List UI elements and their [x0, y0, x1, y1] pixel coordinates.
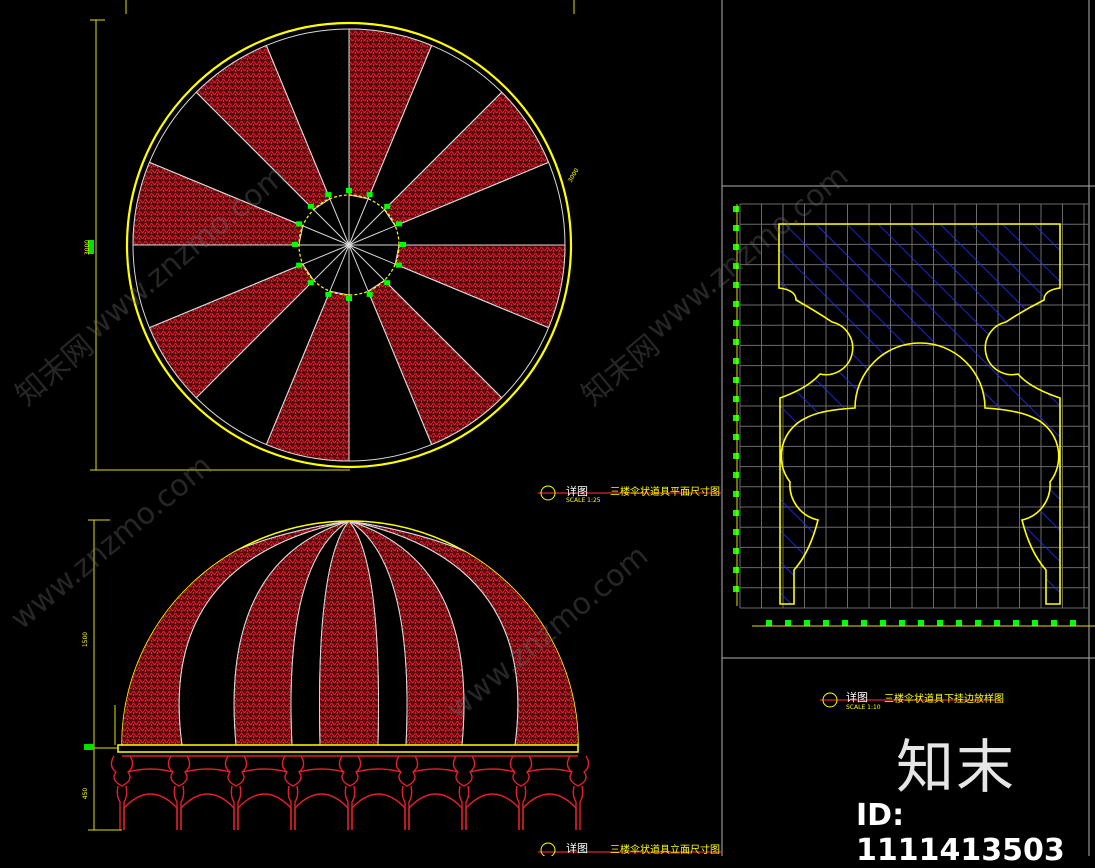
fringe-arch [298, 768, 345, 773]
hub-dimension-tick [307, 280, 314, 286]
fringe-arch [412, 768, 459, 773]
grid-dimension-tick [733, 396, 739, 402]
fringe-leg [344, 785, 349, 830]
fringe-leg [173, 785, 178, 830]
dome-fabric-panel [319, 521, 379, 745]
fringe-arch [408, 793, 463, 830]
grid-dimension-tick [733, 529, 739, 535]
hub-dimension-tick [384, 280, 391, 286]
fringe-arch [180, 793, 235, 830]
grid-dimension-tick [733, 586, 739, 592]
elevation-title-symbol: 详图 [566, 842, 588, 855]
fabric-panel-wedge [367, 279, 503, 446]
grid-dimension-tick [1013, 620, 1019, 626]
grid-dimension-tick [1051, 620, 1057, 626]
grid-dimension-tick [785, 620, 791, 626]
hub-dimension-tick [400, 242, 406, 247]
fringe-arch [351, 793, 406, 830]
elevation-height-label: 1500 [82, 631, 90, 648]
grid-dimension-tick [733, 510, 739, 516]
grid-dimension-tick [766, 620, 772, 626]
fringe-drop [566, 755, 590, 787]
asset-id: ID: 1111413503 [856, 798, 1065, 868]
grid-dimension-tick [733, 301, 739, 307]
elevation-base-label: 450 [82, 787, 90, 800]
grid-dimension-tick [880, 620, 886, 626]
hub-dimension-tick [395, 262, 402, 268]
fabric-panel-wedge [394, 244, 566, 329]
grid-dimension-tick [733, 358, 739, 364]
hub-dimension-tick [346, 296, 352, 301]
hub-dimension-tick [325, 291, 332, 297]
fringe-arch [127, 768, 174, 773]
hub-dimension-tick [366, 192, 373, 198]
fabric-panel-wedge [383, 91, 550, 227]
hub-dimension-tick [395, 221, 402, 227]
grid-dimension-tick [733, 377, 739, 383]
hub-dimension-tick [325, 192, 332, 198]
fringe-arch [526, 768, 573, 773]
fabric-panel-wedge [348, 28, 433, 200]
grid-dimension-tick [975, 620, 981, 626]
grid-dimension-tick [994, 620, 1000, 626]
fringe-arch [355, 768, 402, 773]
grid-dimension-tick [733, 453, 739, 459]
fringe-arch [469, 768, 516, 773]
grid-dimension-tick [842, 620, 848, 626]
grid-dimension-tick [733, 491, 739, 497]
grid-dimension-tick [733, 225, 739, 231]
detail-view [733, 203, 1095, 627]
hanging-fringe [110, 755, 590, 830]
detail-scale: SCALE 1:10 [846, 704, 881, 711]
hub-dimension-tick [307, 203, 314, 209]
fringe-arch [123, 793, 178, 830]
grid-dimension-tick [733, 548, 739, 554]
grid-dimension-tick [1070, 620, 1076, 626]
hub-dimension-tick [346, 188, 352, 193]
grid-dimension-tick [1032, 620, 1038, 626]
grid-dimension-tick [937, 620, 943, 626]
fringe-leg [458, 785, 463, 830]
fringe-leg [230, 785, 235, 830]
grid-dimension-tick [733, 434, 739, 440]
hub-dimension-tick [384, 203, 391, 209]
grid-dimension-tick [899, 620, 905, 626]
grid-dimension-tick [804, 620, 810, 626]
grid-dimension-tick [733, 415, 739, 421]
hub-dimension-tick [296, 221, 303, 227]
fringe-arch [294, 793, 349, 830]
grid-dimension-tick [823, 620, 829, 626]
grid-dimension-tick [733, 320, 739, 326]
fringe-leg [401, 785, 406, 830]
grid-dimension-tick [861, 620, 867, 626]
fringe-leg [287, 785, 292, 830]
fringe-arch [184, 768, 231, 773]
fringe-leg [515, 785, 520, 830]
fringe-arch [465, 793, 520, 830]
fringe-arch [241, 768, 288, 773]
hub-dimension-tick [366, 291, 373, 297]
grid-dimension-tick [733, 339, 739, 345]
grid-dimension-tick [733, 567, 739, 573]
fringe-arch [522, 793, 577, 830]
plan-side-label: 3000 [84, 239, 92, 256]
detail-title: 三楼伞状道具下挂边放样图 [884, 694, 1004, 705]
plan-scale: SCALE 1:25 [566, 497, 601, 504]
grid-dimension-tick [733, 472, 739, 478]
grid-dimension-tick [956, 620, 962, 626]
plan-title: 三楼伞状道具平面尺寸图 [610, 487, 720, 498]
elevation-title: 三楼伞状道具立面尺寸图 [610, 845, 720, 856]
fabric-panel-wedge [265, 290, 350, 462]
grid-dimension-tick [733, 206, 739, 212]
grid-dimension-tick [918, 620, 924, 626]
hub-dimension-tick [292, 242, 298, 247]
fringe-arch [237, 793, 292, 830]
fringe-leg [572, 785, 577, 830]
dome-base-band [117, 744, 579, 753]
brand-logo: 知末 [896, 733, 1017, 801]
hub-dimension-tick [296, 262, 303, 268]
fringe-leg [579, 785, 584, 830]
fringe-leg [116, 785, 121, 830]
detail-title-symbol: 详图 [846, 691, 868, 704]
